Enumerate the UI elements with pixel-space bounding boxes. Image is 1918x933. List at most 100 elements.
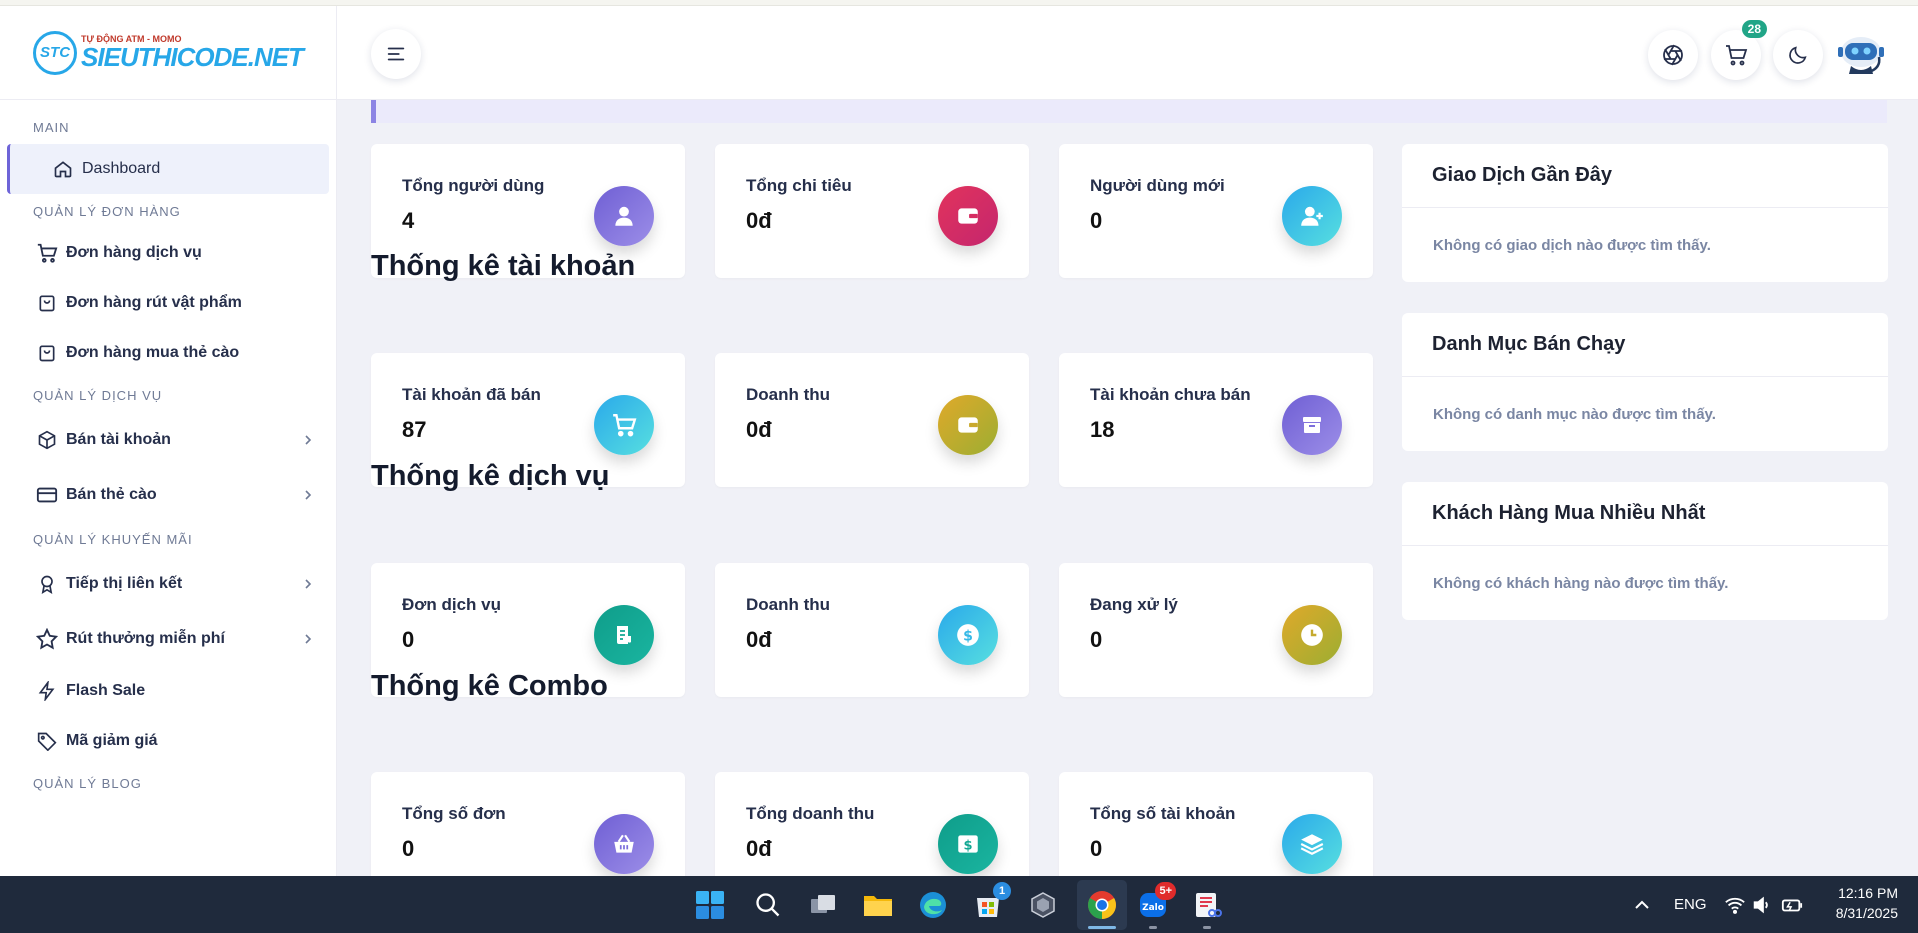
money-icon: $ [938,814,998,874]
avatar[interactable] [1835,30,1887,82]
sidebar-item-flash-sale[interactable]: Flash Sale [0,666,336,716]
logo-badge: STC [33,30,78,75]
stat-value: 0 [1090,836,1103,861]
sidebar-item-label: Flash Sale [66,682,146,699]
zalo-icon[interactable]: Zalo 5+ [1136,882,1176,922]
svg-text:$: $ [963,628,973,644]
basket-icon [594,814,654,874]
sidebar-item-sell-accounts[interactable]: Bán tài khoản [0,412,336,467]
notice-banner [371,100,1887,123]
cart-icon [1726,45,1748,66]
moon-icon [1789,46,1807,64]
volume-icon[interactable] [1745,888,1779,922]
svg-text:$: $ [963,838,972,853]
sidebar-item-coupons[interactable]: Mã giảm giá [0,716,336,766]
shopping-bag-icon [36,342,58,364]
file-explorer-icon[interactable] [861,888,895,922]
sidebar-item-affiliate[interactable]: Tiếp thị liên kết [0,556,336,611]
logo[interactable]: STC TỰ ĐỘNG ATM - MOMO SIEUTHICODE.NET [33,30,304,75]
clock-date[interactable]: 8/31/2025 [1826,905,1898,921]
chevron-right-icon [305,578,312,589]
stat-label: Tổng chi tiêu [746,176,852,195]
panel-title: Khách Hàng Mua Nhiều Nhất [1402,482,1888,546]
sidebar-item-label: Bán tài khoản [66,430,171,448]
nav-section-main: MAIN [33,119,70,135]
stat-card-accounts-unsold: Tài khoản chưa bán 18 [1059,353,1373,487]
clock-time[interactable]: 12:16 PM [1836,885,1898,901]
snipping-tool-icon[interactable] [1190,888,1224,922]
sidebar-item-sell-cards[interactable]: Bán thẻ cào [0,467,336,522]
zalo-running-indicator [1149,926,1157,929]
receipt-icon [594,605,654,665]
panel-best-categories: Danh Mục Bán Chạy Không có danh mục nào … [1402,313,1888,451]
nav-section-promotions: QUẢN LÝ KHUYẾN MÃI [33,531,193,547]
task-view-icon[interactable] [806,888,840,922]
chevron-right-icon [305,434,312,445]
panel-title: Giao Dịch Gần Đây [1402,144,1888,208]
archive-icon [1282,395,1342,455]
chrome-running-indicator [1088,926,1116,929]
credit-card-icon [36,484,58,506]
cart-icon [36,242,58,264]
sidebar-item-withdraw-orders[interactable]: Đơn hàng rút vật phẩm [0,278,336,328]
edge-browser-icon[interactable] [916,888,950,922]
sidebar-item-card-orders[interactable]: Đơn hàng mua thẻ cào [0,328,336,378]
panel-top-customers: Khách Hàng Mua Nhiều Nhất Không có khách… [1402,482,1888,620]
chevron-right-icon [305,633,312,644]
stat-value: 0 [1090,627,1103,652]
panel-title: Danh Mục Bán Chạy [1402,313,1888,377]
windows-start-icon[interactable] [693,888,727,922]
dollar-icon: $ [938,605,998,665]
sidebar-item-service-orders[interactable]: Đơn hàng dịch vụ [0,228,336,278]
sidebar-item-label: Mã giảm giá [66,732,158,749]
top-header: 28 [337,6,1918,100]
sidebar-item-label: Tiếp thị liên kết [66,574,183,592]
windows-taskbar: 1 Zalo 5+ ENG 12:16 PM 8/31/2025 [0,876,1918,933]
stat-label: Tổng số tài khoản [1090,804,1236,823]
sidebar-item-dashboard[interactable]: Dashboard [7,144,329,194]
user-icon [594,186,654,246]
stat-card-total-spending: Tổng chi tiêu 0đ [715,144,1029,278]
zalo-notification-badge: 5+ [1155,882,1176,900]
battery-icon[interactable] [1775,888,1809,922]
cart-button[interactable]: 28 [1711,20,1767,80]
app-cube-icon[interactable] [1026,888,1060,922]
section-title-combo: Thống kê Combo [371,670,608,702]
chevron-right-icon [305,489,312,500]
logo-name: SIEUTHICODE.NET [81,42,304,72]
panel-recent-transactions: Giao Dịch Gần Đây Không có giao dịch nào… [1402,144,1888,282]
sidebar-item-label: Bán thẻ cào [66,485,157,503]
stat-value: 4 [402,208,415,233]
layers-icon [1282,814,1342,874]
microsoft-store-icon[interactable]: 1 [971,882,1011,922]
stat-label: Đơn dịch vụ [402,595,501,614]
stat-value: 87 [402,417,427,442]
clock-icon [1282,605,1342,665]
nav-section-services: QUẢN LÝ DỊCH VỤ [33,387,163,403]
nav-section-blog: QUẢN LÝ BLOG [33,775,142,791]
tag-icon [36,730,58,752]
lightning-icon [36,680,58,702]
stat-card-account-revenue: Doanh thu 0đ [715,353,1029,487]
sidebar-item-free-rewards[interactable]: Rút thưởng miễn phí [0,611,336,666]
sidebar: STC TỰ ĐỘNG ATM - MOMO SIEUTHICODE.NET M… [0,6,337,876]
stat-label: Đang xử lý [1090,595,1178,614]
panel-empty-message: Không có danh mục nào được tìm thấy. [1433,405,1716,423]
cart-icon [594,395,654,455]
sidebar-item-label: Dashboard [82,160,161,177]
theme-toggle-button[interactable] [1773,30,1823,80]
input-language-indicator[interactable]: ENG [1674,896,1707,913]
language-button[interactable] [1648,30,1698,80]
stat-label: Tổng doanh thu [746,804,875,823]
stat-value: 0đ [746,836,772,861]
chrome-browser-icon[interactable] [1085,888,1119,922]
section-title-services: Thống kê dịch vụ [371,460,610,492]
sidebar-item-label: Đơn hàng rút vật phẩm [66,294,242,311]
chevron-up-icon[interactable] [1625,888,1659,922]
menu-toggle-button[interactable] [371,29,421,79]
stat-value: 0đ [746,208,772,233]
nav-section-orders: QUẢN LÝ ĐƠN HÀNG [33,203,181,219]
user-plus-icon [1282,186,1342,246]
stat-label: Tổng người dùng [402,176,545,195]
search-icon[interactable] [751,888,785,922]
